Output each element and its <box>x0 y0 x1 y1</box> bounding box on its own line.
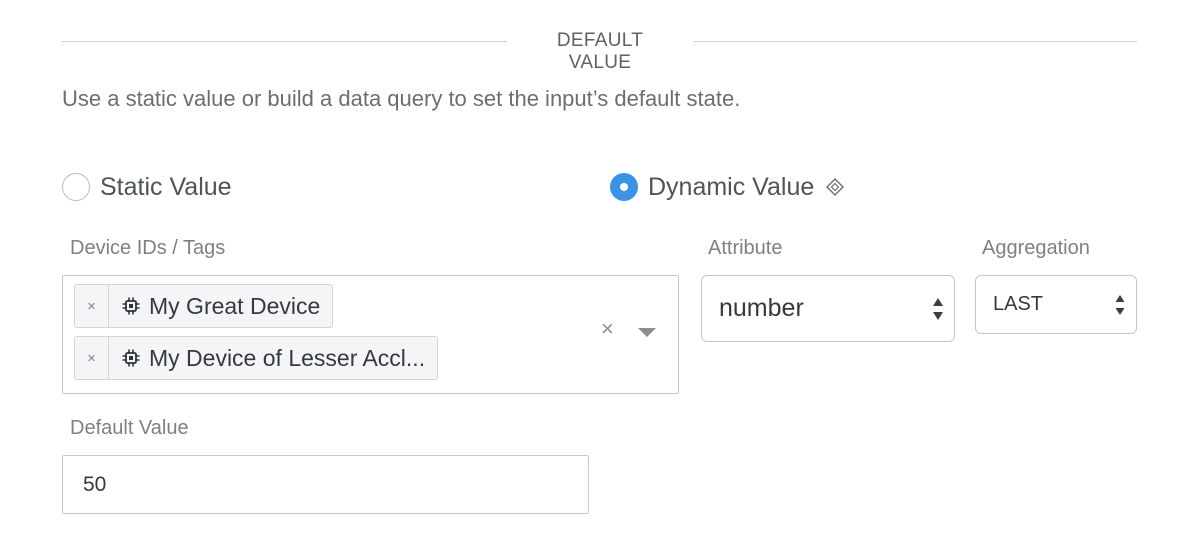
tag-label: My Device of Lesser Accl... <box>149 344 426 371</box>
aggregation-value: LAST <box>993 293 1044 315</box>
tag-remove-button[interactable]: × <box>75 337 109 379</box>
default-value-input[interactable] <box>62 455 589 514</box>
aggregation-label: Aggregation <box>982 237 1090 259</box>
section-title: DEFAULT VALUE <box>556 30 644 73</box>
default-value-label: Default Value <box>70 417 189 439</box>
chip-icon <box>121 348 141 368</box>
tag-label: My Great Device <box>149 292 321 319</box>
chevron-down-icon[interactable] <box>638 328 656 337</box>
device-tags-select[interactable]: × My Great Device × My Device of Lesser … <box>62 275 679 394</box>
attribute-value: number <box>719 294 804 322</box>
divider-right <box>694 41 1137 42</box>
device-tag: × My Great Device <box>74 284 334 328</box>
chip-icon <box>121 296 141 316</box>
dynamic-value-radio[interactable] <box>610 173 638 201</box>
device-ids-label: Device IDs / Tags <box>70 237 226 259</box>
diamond-icon <box>826 178 845 196</box>
static-value-option[interactable]: Static Value <box>62 170 232 204</box>
select-arrows-icon <box>1114 292 1126 318</box>
section-description: Use a static value or build a data query… <box>62 86 741 111</box>
section-header: DEFAULT VALUE <box>62 26 1137 73</box>
static-value-label: Static Value <box>100 172 232 201</box>
attribute-label: Attribute <box>708 237 783 259</box>
clear-tags-button[interactable]: × <box>601 316 614 342</box>
device-tag: × My Device of Lesser Accl... <box>74 336 439 380</box>
dynamic-value-option[interactable]: Dynamic Value <box>610 170 845 204</box>
divider-left <box>62 41 507 42</box>
static-value-radio[interactable] <box>62 173 90 201</box>
aggregation-select[interactable]: LAST <box>975 275 1137 334</box>
select-arrows-icon <box>932 296 944 322</box>
attribute-select[interactable]: number <box>701 275 955 342</box>
tag-remove-button[interactable]: × <box>75 285 109 327</box>
dynamic-value-label: Dynamic Value <box>648 172 815 201</box>
